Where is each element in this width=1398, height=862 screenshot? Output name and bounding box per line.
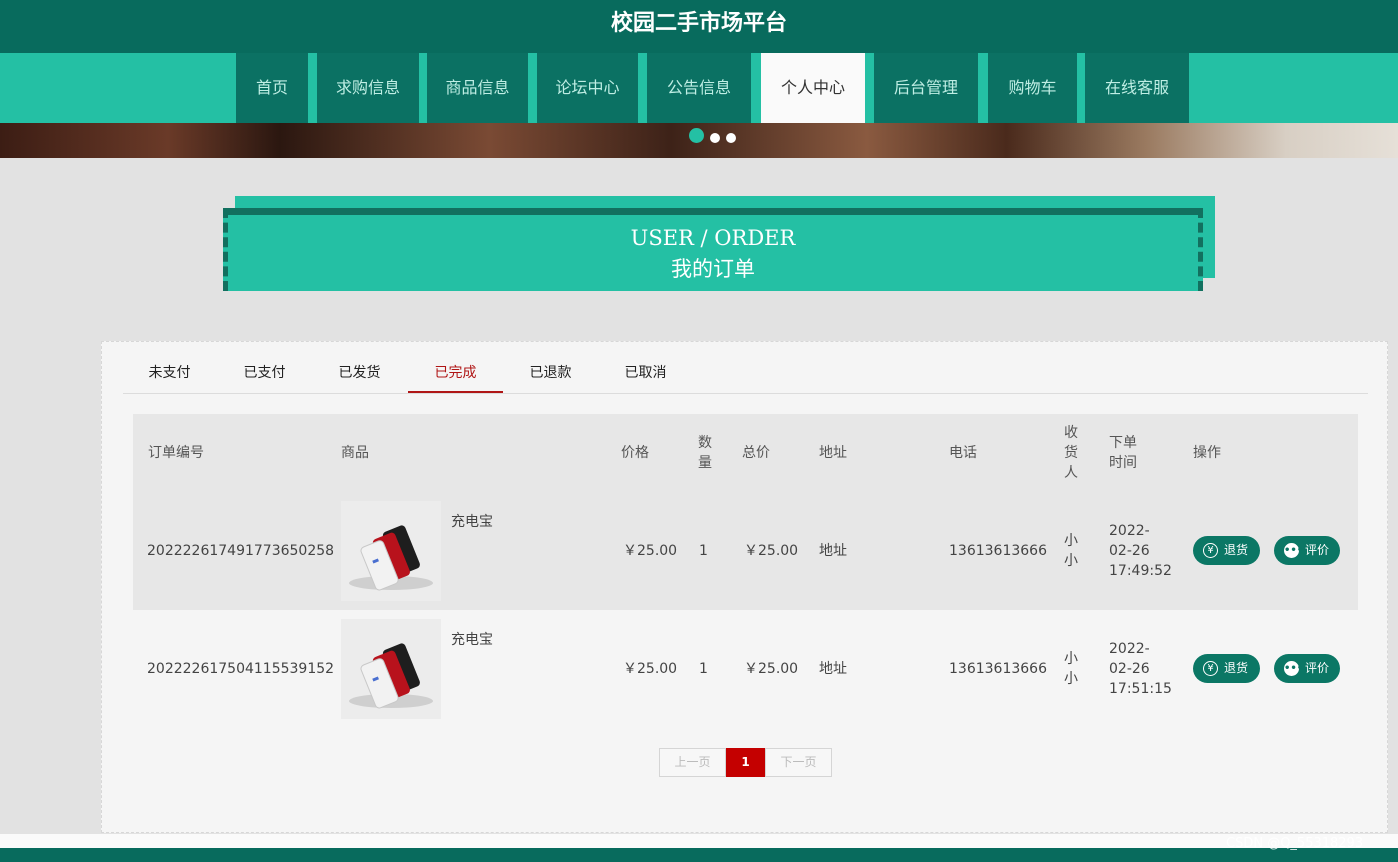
nav-admin[interactable]: 后台管理 bbox=[874, 53, 978, 123]
address: 地址 bbox=[819, 661, 847, 677]
refund-label: 退货 bbox=[1224, 661, 1249, 675]
yen-icon: ¥ bbox=[1203, 661, 1218, 676]
order-time-clock: 17:49:52 bbox=[1109, 563, 1172, 579]
yen-icon: ¥ bbox=[1203, 543, 1218, 558]
pagination-prev[interactable]: 上一页 bbox=[659, 748, 726, 777]
nav-personal-center[interactable]: 个人中心 bbox=[761, 53, 865, 123]
price: ￥25.00 bbox=[623, 543, 678, 559]
header-total: 总价 bbox=[742, 445, 770, 461]
top-header-bar: 校园二手市场平台 bbox=[0, 0, 1398, 53]
nav-announcements[interactable]: 公告信息 bbox=[647, 53, 751, 123]
total-price: ￥25.00 bbox=[744, 543, 799, 559]
carousel-dot-1[interactable] bbox=[689, 128, 704, 143]
review-button[interactable]: ••• 评价 bbox=[1274, 536, 1340, 565]
carousel-dot-3[interactable] bbox=[726, 133, 736, 143]
tab-unpaid[interactable]: 未支付 bbox=[122, 353, 217, 393]
refund-button[interactable]: ¥ 退货 bbox=[1193, 654, 1260, 683]
phone: 13613613666 bbox=[949, 661, 1047, 677]
chat-bubble-icon: ••• bbox=[1284, 661, 1304, 676]
receiver: 小小 bbox=[1064, 533, 1078, 569]
header-order-no: 订单编号 bbox=[148, 445, 204, 461]
section-title-en: USER / ORDER bbox=[630, 226, 796, 250]
review-button[interactable]: ••• 评价 bbox=[1274, 654, 1340, 683]
product-name[interactable]: 充电宝 bbox=[451, 512, 493, 532]
header-quantity: 数量 bbox=[698, 435, 712, 471]
nav-want-to-buy[interactable]: 求购信息 bbox=[317, 53, 419, 123]
receiver: 小小 bbox=[1064, 651, 1078, 687]
carousel-dot-2[interactable] bbox=[710, 133, 720, 143]
pagination-current-page[interactable]: 1 bbox=[726, 748, 765, 777]
footer-bar bbox=[0, 848, 1398, 862]
product-thumbnail[interactable] bbox=[341, 619, 441, 719]
header-price: 价格 bbox=[621, 445, 649, 461]
refund-button[interactable]: ¥ 退货 bbox=[1193, 536, 1260, 565]
header-address: 地址 bbox=[819, 445, 847, 461]
tab-shipped[interactable]: 已发货 bbox=[312, 353, 407, 393]
address: 地址 bbox=[819, 543, 847, 559]
header-phone: 电话 bbox=[949, 445, 977, 461]
tab-paid[interactable]: 已支付 bbox=[217, 353, 312, 393]
header-product: 商品 bbox=[341, 445, 369, 461]
nav-online-service[interactable]: 在线客服 bbox=[1085, 53, 1189, 123]
nav-cart[interactable]: 购物车 bbox=[988, 53, 1077, 123]
main-nav: 首页 求购信息 商品信息 论坛中心 公告信息 个人中心 后台管理 购物车 在线客… bbox=[0, 53, 1398, 123]
nav-home[interactable]: 首页 bbox=[236, 53, 308, 123]
tab-cancelled[interactable]: 已取消 bbox=[598, 353, 693, 393]
footer-gap bbox=[0, 834, 1398, 848]
review-label: 评价 bbox=[1305, 543, 1330, 557]
nav-products[interactable]: 商品信息 bbox=[427, 53, 528, 123]
section-title-cn: 我的订单 bbox=[671, 257, 755, 281]
tab-completed[interactable]: 已完成 bbox=[408, 353, 503, 393]
phone: 13613613666 bbox=[949, 543, 1047, 559]
order-time-year: 2022- bbox=[1109, 523, 1150, 539]
price: ￥25.00 bbox=[623, 661, 678, 677]
nav-forum[interactable]: 论坛中心 bbox=[537, 53, 638, 123]
chat-bubble-icon: ••• bbox=[1284, 543, 1304, 558]
order-time-year: 2022- bbox=[1109, 641, 1150, 657]
pagination-next[interactable]: 下一页 bbox=[765, 748, 832, 777]
order-time-date: 02-26 bbox=[1109, 661, 1150, 677]
product-name[interactable]: 充电宝 bbox=[451, 630, 493, 650]
header-order-time: 下单时间 bbox=[1109, 435, 1137, 471]
quantity: 1 bbox=[699, 543, 708, 559]
header-receiver: 收货人 bbox=[1064, 425, 1078, 481]
order-time-date: 02-26 bbox=[1109, 543, 1150, 559]
header-actions: 操作 bbox=[1193, 445, 1221, 461]
order-time-clock: 17:51:15 bbox=[1109, 681, 1172, 697]
order-number: 202222617491773650258 bbox=[147, 543, 335, 559]
quantity: 1 bbox=[699, 661, 708, 677]
product-thumbnail[interactable] bbox=[341, 501, 441, 601]
tabs-divider bbox=[123, 393, 1368, 394]
total-price: ￥25.00 bbox=[744, 661, 799, 677]
tab-refunded[interactable]: 已退款 bbox=[503, 353, 598, 393]
watermark: CSDN @Q_55318293 bbox=[1226, 836, 1364, 851]
site-title: 校园二手市场平台 bbox=[610, 11, 787, 36]
order-number: 202222617504115539152 bbox=[147, 661, 335, 677]
refund-label: 退货 bbox=[1224, 543, 1249, 557]
review-label: 评价 bbox=[1305, 661, 1330, 675]
